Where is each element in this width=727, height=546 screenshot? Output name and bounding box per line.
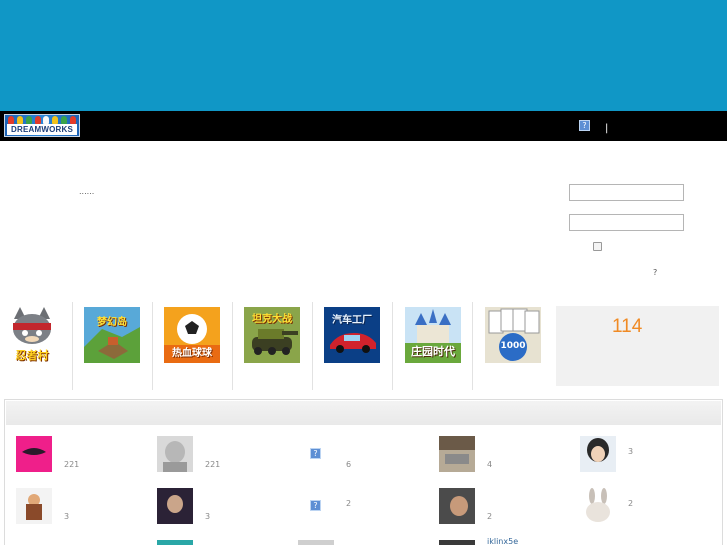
- top-banner: [0, 0, 727, 111]
- question-icon[interactable]: ?: [310, 448, 321, 459]
- online-count: 114: [612, 316, 643, 337]
- user-count: 2: [487, 512, 493, 521]
- game-title: 坦克大战: [252, 314, 292, 325]
- divider: [312, 302, 313, 390]
- avatar[interactable]: [157, 540, 193, 545]
- game-hot-blood-soccer[interactable]: 热血球球: [164, 307, 220, 363]
- logo-wordmark: DREAMWORKS: [7, 124, 77, 135]
- user-count: 2: [346, 499, 352, 508]
- user-count: 221: [205, 460, 221, 469]
- user-count: 2: [628, 499, 634, 508]
- divider: [232, 302, 233, 390]
- user-count: 3: [628, 447, 634, 456]
- user-count: 3: [64, 512, 70, 521]
- divider: [152, 302, 153, 390]
- password-input[interactable]: [569, 214, 684, 231]
- user-count: 6: [346, 460, 352, 469]
- intro-ellipsis: ......: [79, 187, 95, 196]
- question-icon[interactable]: ?: [310, 500, 321, 511]
- game-manor-era[interactable]: 庄园时代: [405, 307, 461, 363]
- user-count: 3: [205, 512, 211, 521]
- girl-avatar-icon[interactable]: [580, 436, 616, 472]
- top-nav-bar: [0, 111, 727, 141]
- username-input[interactable]: [569, 184, 684, 201]
- divider: [392, 302, 393, 390]
- car-photo-avatar-icon[interactable]: [439, 436, 475, 472]
- game-title: 梦幻岛: [97, 317, 127, 328]
- game-ninja-village[interactable]: 忍者村: [4, 305, 60, 365]
- game-title: 庄园时代: [411, 345, 455, 358]
- cards-icon: [485, 307, 541, 363]
- dark-avatar-icon[interactable]: [157, 488, 193, 524]
- nav-separator: |: [605, 123, 609, 134]
- game-cards-1000[interactable]: 1000: [485, 307, 541, 363]
- user-count: 4: [487, 460, 493, 469]
- users-panel-header: [6, 401, 721, 425]
- game-title: 忍者村: [15, 349, 49, 362]
- dreamworks-logo[interactable]: DREAMWORKS: [4, 114, 80, 137]
- bunny-avatar-icon[interactable]: [580, 488, 616, 524]
- game-dream-island[interactable]: 梦幻岛: [84, 307, 140, 363]
- avatar[interactable]: [439, 540, 475, 545]
- avatar[interactable]: [298, 540, 334, 545]
- game-title: 热血球球: [172, 348, 212, 359]
- sketch-avatar-icon[interactable]: [157, 436, 193, 472]
- pink-avatar-icon[interactable]: [16, 436, 52, 472]
- game-title: 1000: [500, 341, 526, 351]
- forgot-password-link[interactable]: ?: [653, 268, 657, 277]
- logo-figures-icon: [8, 116, 76, 124]
- divider: [472, 302, 473, 390]
- game-title: 汽车工厂: [332, 315, 372, 326]
- question-icon[interactable]: ?: [579, 120, 590, 131]
- game-tank-battle[interactable]: 坦克大战: [244, 307, 300, 363]
- remember-checkbox[interactable]: [593, 242, 602, 251]
- user-count: 221: [64, 460, 80, 469]
- boy-avatar-icon[interactable]: [439, 488, 475, 524]
- warrior-avatar-icon[interactable]: [16, 488, 52, 524]
- game-car-factory[interactable]: 汽车工厂: [324, 307, 380, 363]
- divider: [72, 302, 73, 390]
